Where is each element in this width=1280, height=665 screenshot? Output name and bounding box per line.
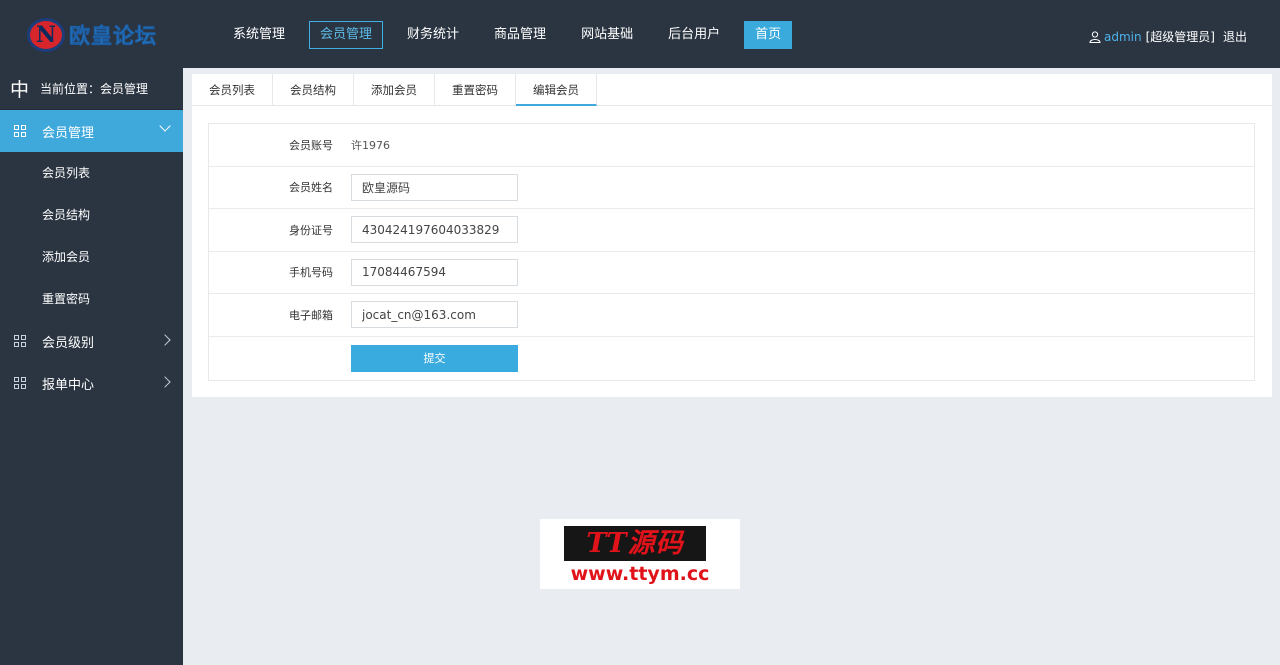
user-icon [1089, 30, 1101, 43]
sidebar-menu-label: 会员管理 [42, 125, 95, 141]
id-label: 身份证号 [289, 223, 333, 237]
form-row-name: 会员姓名 [209, 167, 1254, 209]
sidebar-menu-report[interactable]: 报单中心 [0, 362, 183, 404]
grid-icon [14, 334, 27, 348]
current-location: 中 当前位置：会员管理 [0, 68, 183, 110]
sidebar-menu-label: 会员级别 [42, 335, 95, 351]
form-row-id: 身份证号 [209, 209, 1254, 252]
tab-add-member[interactable]: 添加会员 [354, 74, 435, 106]
logo[interactable]: N 欧皇论坛 [27, 18, 157, 52]
sidebar-menu-level[interactable]: 会员级别 [0, 320, 183, 362]
logout-link[interactable]: 退出 [1223, 28, 1247, 45]
form-row-phone: 手机号码 [209, 252, 1254, 294]
nav-finance[interactable]: 财务统计 [396, 21, 470, 49]
form-row-account: 会员账号 许1976 [209, 124, 1254, 167]
main-nav: 系统管理 会员管理 财务统计 商品管理 网站基础 后台用户 首页 [222, 21, 805, 49]
logo-icon: N [27, 18, 65, 52]
user-name[interactable]: admin [1104, 30, 1142, 44]
nav-home[interactable]: 首页 [744, 21, 793, 49]
nav-system[interactable]: 系统管理 [222, 21, 296, 49]
sidebar-item-add-member[interactable]: 添加会员 [0, 236, 183, 278]
tab-bar: 会员列表 会员结构 添加会员 重置密码 编辑会员 [192, 74, 1272, 106]
edit-member-form: 会员账号 许1976 会员姓名 身份证号 手机号码 电子邮箱 提交 [208, 123, 1255, 381]
phone-input[interactable] [351, 258, 518, 286]
tab-member-list[interactable]: 会员列表 [192, 74, 273, 106]
submit-button[interactable]: 提交 [351, 344, 518, 372]
nav-admin-users[interactable]: 后台用户 [657, 21, 731, 49]
nav-products[interactable]: 商品管理 [483, 21, 557, 49]
tab-reset-password[interactable]: 重置密码 [435, 74, 516, 106]
grid-icon [14, 376, 27, 390]
sidebar-menu-members[interactable]: 会员管理 [0, 110, 183, 152]
location-text: 当前位置：会员管理 [40, 82, 149, 96]
chevron-right-icon [159, 376, 171, 388]
sidebar-item-reset-password[interactable]: 重置密码 [0, 278, 183, 320]
form-row-email: 电子邮箱 [209, 294, 1254, 337]
account-label: 会员账号 [289, 138, 333, 152]
nav-members[interactable]: 会员管理 [309, 21, 384, 49]
location-icon: 中 [10, 79, 30, 101]
form-row-submit: 提交 [209, 337, 1254, 380]
top-bar: N 欧皇论坛 系统管理 会员管理 财务统计 商品管理 网站基础 后台用户 首页 … [0, 0, 1280, 68]
chevron-down-icon [159, 120, 171, 132]
logo-glyph: N [35, 22, 57, 48]
email-input[interactable] [351, 301, 518, 329]
sidebar-menu-label: 报单中心 [42, 377, 95, 393]
tab-member-structure[interactable]: 会员结构 [273, 74, 354, 106]
tab-edit-member[interactable]: 编辑会员 [516, 74, 597, 106]
phone-label: 手机号码 [289, 266, 333, 280]
name-input[interactable] [351, 173, 518, 201]
email-label: 电子邮箱 [289, 308, 333, 322]
account-value: 许1976 [351, 138, 390, 152]
main-panel: 会员列表 会员结构 添加会员 重置密码 编辑会员 会员账号 许1976 会员姓名… [192, 74, 1272, 397]
nav-site[interactable]: 网站基础 [570, 21, 644, 49]
grid-icon [14, 124, 27, 138]
sidebar: 中 当前位置：会员管理 会员管理 会员列表 会员结构 添加会员 重置密码 会员级… [0, 68, 183, 665]
id-number-input[interactable] [351, 216, 518, 244]
watermark-logo: TT源码 [564, 526, 706, 561]
chevron-right-icon [159, 334, 171, 346]
name-label: 会员姓名 [289, 181, 333, 195]
watermark-url: www.ttym.cc [570, 563, 710, 585]
sidebar-item-member-list[interactable]: 会员列表 [0, 152, 183, 194]
logo-text: 欧皇论坛 [69, 24, 157, 49]
user-role: [超级管理员] [1145, 30, 1215, 44]
watermark: TT源码 www.ttym.cc [540, 519, 740, 589]
user-area: admin [超级管理员] 退出 [1089, 28, 1247, 45]
sidebar-item-member-structure[interactable]: 会员结构 [0, 194, 183, 236]
